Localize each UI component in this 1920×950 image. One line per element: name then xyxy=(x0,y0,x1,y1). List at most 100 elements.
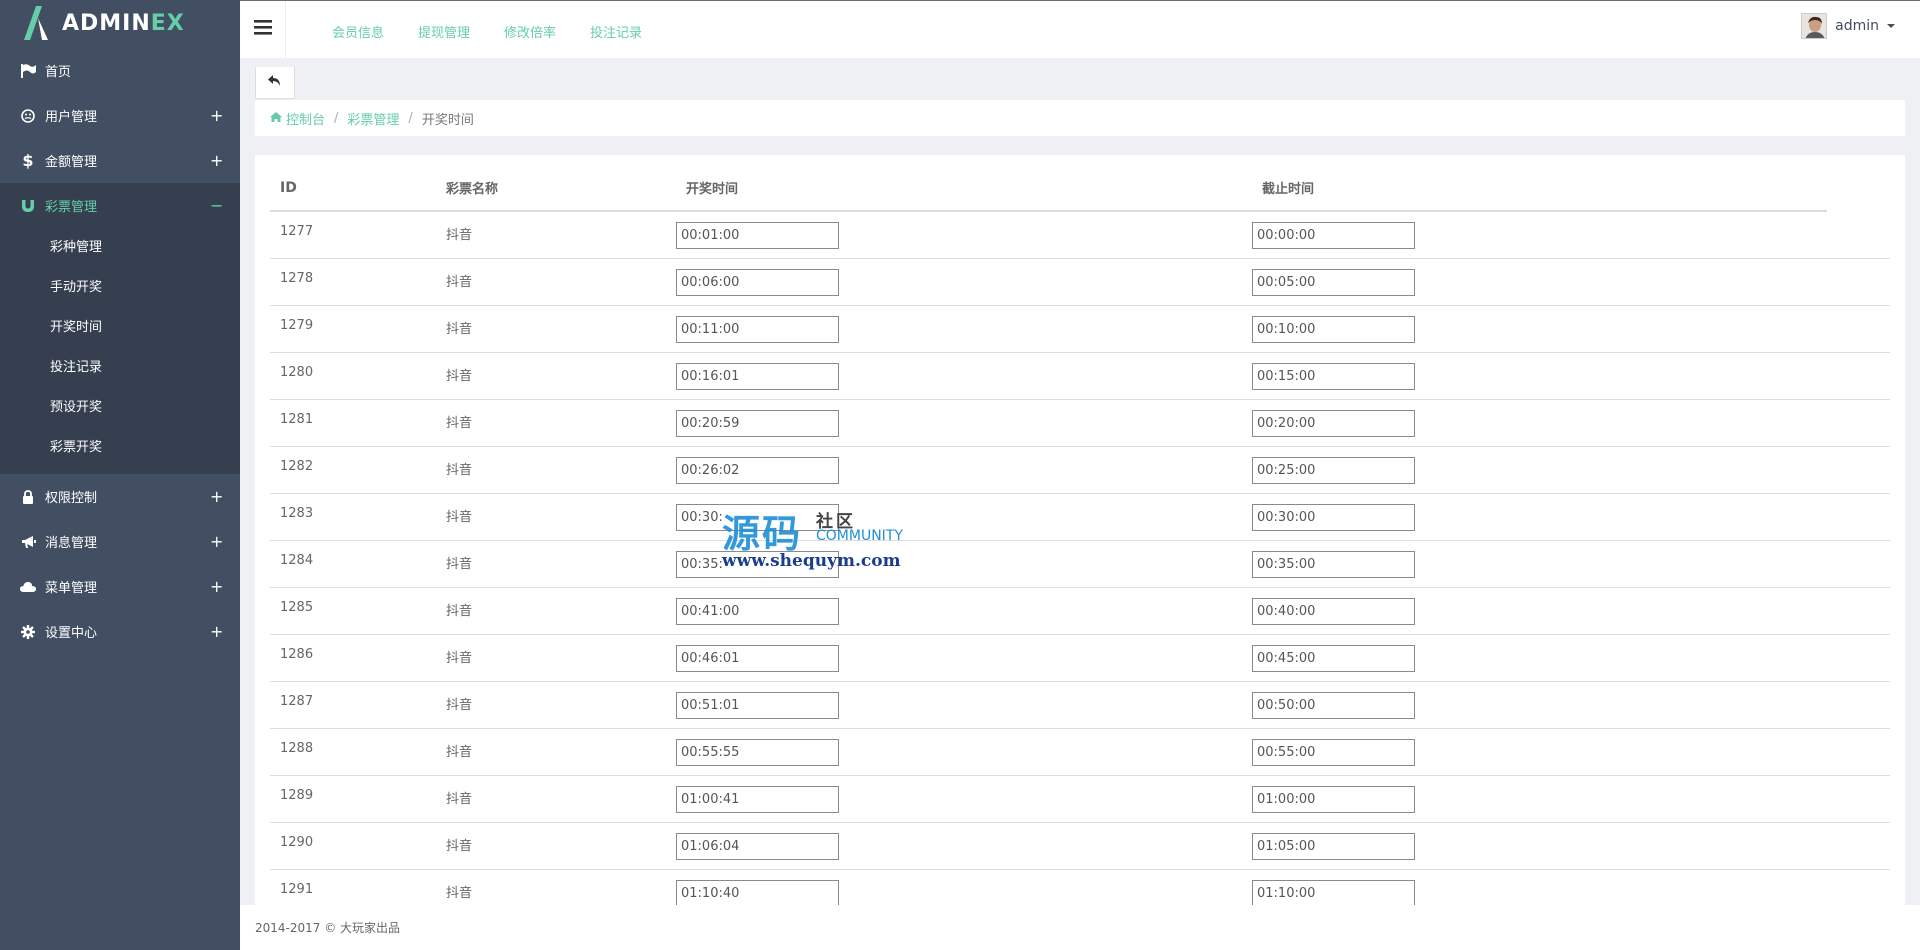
table-row: 1286 抖音 xyxy=(270,634,1890,681)
breadcrumb-parent[interactable]: 彩票管理 xyxy=(347,109,399,128)
table-row: 1291 抖音 xyxy=(270,869,1890,905)
home-icon xyxy=(270,111,282,126)
column-header-id: ID xyxy=(270,165,436,212)
table-row: 1277 抖音 xyxy=(270,211,1890,258)
draw-time-input[interactable] xyxy=(676,362,839,390)
expand-icon: + xyxy=(210,487,224,506)
close-time-input[interactable] xyxy=(1252,362,1415,390)
user-menu[interactable]: admin xyxy=(1801,13,1895,39)
close-time-input[interactable] xyxy=(1252,785,1415,813)
close-time-cell xyxy=(1252,587,1827,634)
draw-time-input[interactable] xyxy=(676,456,839,484)
draw-time-panel: ID 彩票名称 开奖时间 截止时间 1277抖音1278抖音1279抖音1280… xyxy=(255,155,1905,905)
draw-time-input[interactable] xyxy=(676,644,839,672)
sidebar-item-menus[interactable]: 菜单管理 + xyxy=(0,564,240,609)
row-lottery-name: 抖音 xyxy=(446,274,473,290)
close-time-cell xyxy=(1252,399,1827,446)
sidebar-item-label: 菜单管理 xyxy=(45,581,98,596)
submenu-item-bet-records[interactable]: 投注记录 xyxy=(0,348,240,388)
close-time-input[interactable] xyxy=(1252,456,1415,484)
draw-time-cell xyxy=(676,211,1252,258)
top-header: 会员信息 提现管理 修改倍率 投注记录 admin xyxy=(240,0,1920,58)
top-nav-odds[interactable]: 修改倍率 xyxy=(504,22,556,41)
row-lottery-name: 抖音 xyxy=(446,368,473,384)
sidebar-item-messages[interactable]: 消息管理 + xyxy=(0,519,240,564)
row-spacer xyxy=(1827,258,1890,305)
draw-time-input[interactable] xyxy=(676,409,839,437)
breadcrumb-separator: / xyxy=(408,110,413,126)
sidebar-item-label: 首页 xyxy=(45,65,72,80)
draw-time-input[interactable] xyxy=(676,222,839,249)
submenu-item-preset-draw[interactable]: 预设开奖 xyxy=(0,388,240,428)
back-button[interactable] xyxy=(255,67,295,99)
close-time-input[interactable] xyxy=(1252,738,1415,766)
close-time-input[interactable] xyxy=(1252,832,1415,860)
breadcrumb-home-label: 控制台 xyxy=(286,112,326,128)
close-time-input[interactable] xyxy=(1252,550,1415,578)
draw-time-input[interactable] xyxy=(676,315,839,343)
row-lottery-name: 抖音 xyxy=(446,791,473,807)
draw-time-input[interactable] xyxy=(676,785,839,813)
sidebar-toggle-button[interactable] xyxy=(240,1,286,58)
draw-time-input[interactable] xyxy=(676,268,839,296)
draw-time-input[interactable] xyxy=(676,550,839,578)
breadcrumb-home[interactable]: 控制台 xyxy=(270,109,325,128)
row-lottery-name: 抖音 xyxy=(446,838,473,854)
draw-time-input[interactable] xyxy=(676,832,839,860)
top-nav-bet-records[interactable]: 投注记录 xyxy=(590,22,642,41)
sidebar-item-users[interactable]: 用户管理 + xyxy=(0,93,240,138)
draw-time-cell xyxy=(676,822,1252,869)
row-id: 1291 xyxy=(280,881,314,897)
close-time-input[interactable] xyxy=(1252,644,1415,672)
row-lottery-name: 抖音 xyxy=(446,885,473,901)
caret-down-icon xyxy=(1887,24,1895,28)
dollar-icon: $ xyxy=(22,151,34,170)
close-time-input[interactable] xyxy=(1252,879,1415,905)
submenu-item-lottery-draw[interactable]: 彩票开奖 xyxy=(0,428,240,468)
close-time-input[interactable] xyxy=(1252,503,1415,531)
top-nav-member-info[interactable]: 会员信息 xyxy=(332,22,384,41)
close-time-input[interactable] xyxy=(1252,315,1415,343)
cloud-icon xyxy=(20,579,36,595)
draw-time-input[interactable] xyxy=(676,597,839,625)
column-header-close-time: 截止时间 xyxy=(1252,165,1827,212)
row-spacer xyxy=(1827,305,1890,352)
lottery-submenu: 彩种管理 手动开奖 开奖时间 投注记录 预设开奖 彩票开奖 xyxy=(0,228,240,474)
draw-time-input[interactable] xyxy=(676,879,839,905)
row-spacer xyxy=(1827,728,1890,775)
close-time-input[interactable] xyxy=(1252,222,1415,249)
draw-time-input[interactable] xyxy=(676,691,839,719)
submenu-item-manual-draw[interactable]: 手动开奖 xyxy=(0,268,240,308)
close-time-input[interactable] xyxy=(1252,268,1415,296)
draw-time-cell xyxy=(676,399,1252,446)
close-time-cell xyxy=(1252,258,1827,305)
table-row: 1290 抖音 xyxy=(270,822,1890,869)
close-time-cell xyxy=(1252,728,1827,775)
submenu-item-lottery-types[interactable]: 彩种管理 xyxy=(0,228,240,268)
draw-time-input[interactable] xyxy=(676,738,839,766)
expand-icon: + xyxy=(210,106,224,125)
logo[interactable]: ADMINEX xyxy=(0,0,240,46)
sidebar-item-permissions[interactable]: 权限控制 + xyxy=(0,474,240,519)
table-row: 1287 抖音 xyxy=(270,681,1890,728)
close-time-cell xyxy=(1252,775,1827,822)
sidebar-item-home[interactable]: 首页 xyxy=(0,48,240,93)
table-row: 1288 抖音 xyxy=(270,728,1890,775)
draw-time-cell xyxy=(676,681,1252,728)
close-time-input[interactable] xyxy=(1252,409,1415,437)
row-spacer xyxy=(1827,211,1890,258)
close-time-input[interactable] xyxy=(1252,597,1415,625)
draw-time-cell xyxy=(676,352,1252,399)
submenu-item-draw-time[interactable]: 开奖时间 xyxy=(0,308,240,348)
row-id: 1290 xyxy=(280,834,314,850)
top-nav-withdrawal[interactable]: 提现管理 xyxy=(418,22,470,41)
reply-arrow-icon xyxy=(268,74,282,91)
close-time-input[interactable] xyxy=(1252,691,1415,719)
sidebar-item-lottery[interactable]: 彩票管理 − xyxy=(0,183,240,228)
sidebar-item-settings[interactable]: 设置中心 + xyxy=(0,609,240,654)
expand-icon: + xyxy=(210,577,224,596)
row-spacer xyxy=(1827,540,1890,587)
draw-time-input[interactable] xyxy=(676,503,839,531)
row-id: 1279 xyxy=(280,317,314,333)
sidebar-item-money[interactable]: $ 金额管理 + xyxy=(0,138,240,183)
